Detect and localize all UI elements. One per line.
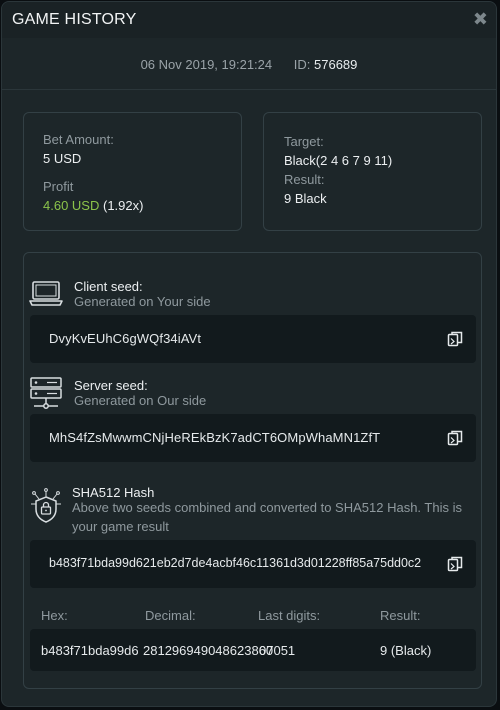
close-icon[interactable]: ✖ — [473, 9, 488, 30]
result-label: Result: — [284, 172, 325, 187]
profit-multiplier: (1.92x) — [103, 198, 144, 213]
game-history-modal: GAME HISTORY ✖ 06 Nov 2019, 19:21:24 ID:… — [1, 1, 497, 707]
target-value: Black(2 4 6 7 9 11) — [284, 153, 393, 168]
server-seed-value: MhS4fZsMwwmCNjHeREkBzK7adCT6OMpWhaMN1ZfT — [49, 430, 381, 445]
game-id-label: ID: — [293, 57, 311, 72]
game-datetime: 06 Nov 2019, 19:21:24 — [140, 57, 273, 72]
decimal-value: 281296949048623860 — [143, 643, 274, 658]
bet-amount-value: 5 USD — [43, 151, 82, 166]
result-value: 9 Black — [284, 191, 327, 206]
game-meta: 06 Nov 2019, 19:21:24 ID: 576689 — [2, 57, 496, 72]
profit-value-row: 4.60 USD (1.92x) — [43, 198, 143, 213]
client-seed-value: DvyKvEUhC6gWQf34iAVt — [49, 331, 202, 346]
hash-field: b483f71bda99d621eb2d7de4acbf46c11361d3d0… — [30, 540, 476, 588]
shield-lock-icon — [31, 488, 61, 523]
result-value-cell: 9 (Black) — [380, 643, 432, 658]
copy-icon[interactable] — [447, 331, 463, 347]
bet-card: Bet Amount: 5 USD Profit 4.60 USD (1.92x… — [23, 112, 242, 231]
hex-value: b483f71bda99d6 — [41, 643, 139, 658]
result-column-label: Result: — [380, 608, 421, 623]
copy-icon[interactable] — [447, 430, 463, 446]
fairness-panel: Client seed: Generated on Your side DvyK… — [23, 252, 482, 689]
server-seed-field: MhS4fZsMwwmCNjHeREkBzK7adCT6OMpWhaMN1ZfT — [30, 414, 476, 462]
client-seed-field: DvyKvEUhC6gWQf34iAVt — [30, 315, 476, 363]
bet-amount-label: Bet Amount: — [43, 132, 114, 147]
game-id-value: 576689 — [314, 57, 358, 72]
hash-subtitle: Above two seeds combined and converted t… — [72, 500, 462, 534]
client-seed-subtitle: Generated on Your side — [74, 294, 211, 309]
target-card: Target: Black(2 4 6 7 9 11) Result: 9 Bl… — [263, 112, 482, 231]
server-icon — [30, 377, 62, 409]
last-digits-label: Last digits: — [258, 608, 321, 623]
copy-icon[interactable] — [447, 556, 463, 572]
modal-title: GAME HISTORY — [12, 11, 137, 28]
divider — [2, 89, 496, 90]
profit-label: Profit — [43, 179, 74, 194]
last-digits-value: 07051 — [259, 643, 296, 658]
target-label: Target: — [284, 134, 324, 149]
hex-label: Hex: — [41, 608, 68, 623]
decimal-label: Decimal: — [145, 608, 196, 623]
result-values-row: b483f71bda99d6 281296949048623860 07051 … — [30, 629, 476, 671]
modal-header: GAME HISTORY ✖ — [2, 2, 496, 38]
laptop-icon — [29, 281, 63, 306]
server-seed-subtitle: Generated on Our side — [74, 393, 207, 408]
hash-value: b483f71bda99d621eb2d7de4acbf46c11361d3d0… — [49, 556, 422, 570]
profit-value: 4.60 USD — [43, 198, 100, 213]
